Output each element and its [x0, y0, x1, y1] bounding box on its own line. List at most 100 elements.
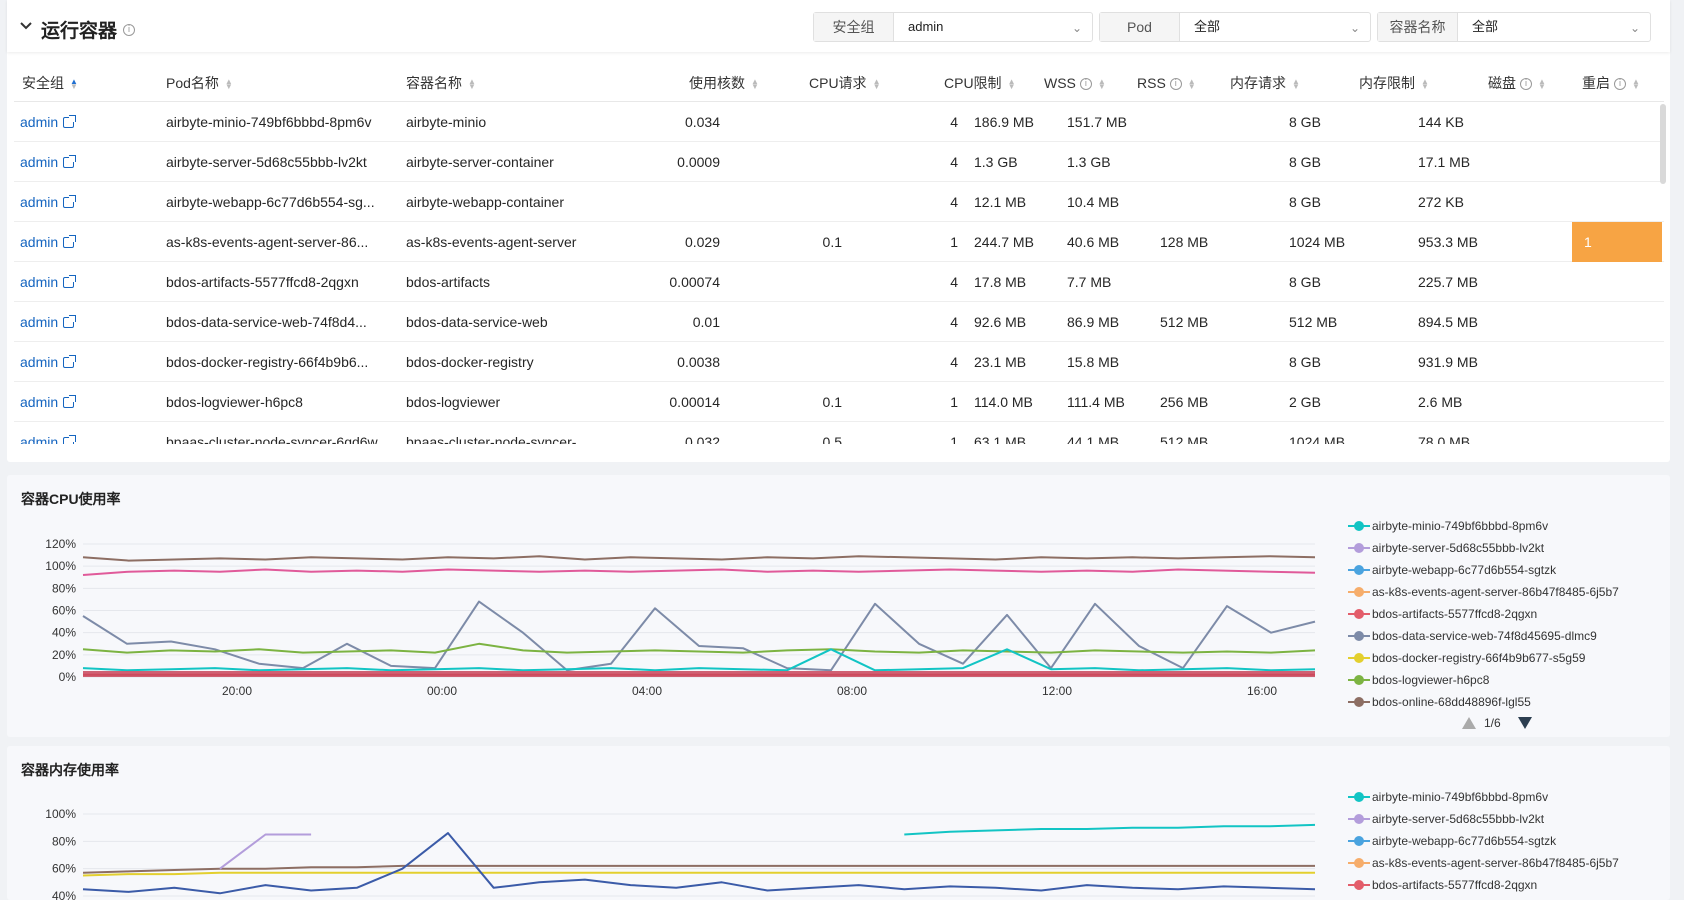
cell-group[interactable]: admin [20, 302, 150, 342]
table-row[interactable]: admin bdos-logviewer-h6pc8 bdos-logviewer 0… [14, 382, 1664, 422]
legend-item[interactable]: airbyte-minio-749bf6bbbd-8pm6v [1342, 786, 1662, 808]
legend-item[interactable]: airbyte-server-5d68c55bbb-lv2kt [1342, 808, 1662, 830]
column-header-label: CPU请求 [809, 75, 867, 91]
table-row[interactable]: admin airbyte-minio-749bf6bbbd-8pm6v airby… [14, 102, 1664, 142]
info-icon[interactable]: i [1079, 78, 1092, 91]
table-row[interactable]: admin bdos-docker-registry-66f4b9b6... bdo… [14, 342, 1664, 382]
container-name-filter[interactable]: 容器名称 全部 ⌄ [1377, 12, 1651, 42]
column-header-rss[interactable]: RSS i ▲ ▼ [1137, 64, 1196, 102]
legend-swatch-icon [1348, 858, 1370, 868]
pod-select[interactable]: 全部 ⌄ [1180, 13, 1370, 41]
table-row[interactable]: admin airbyte-server-5d68c55bbb-lv2kt airb… [14, 142, 1664, 182]
x-tick-label: 04:00 [632, 684, 662, 698]
sort-icon[interactable]: ▲ ▼ [1188, 78, 1196, 91]
legend-label: airbyte-webapp-6c77d6b554-sgtzk [1372, 834, 1557, 848]
pager-up-icon[interactable] [1462, 717, 1476, 729]
collapse-chevron-icon[interactable] [19, 18, 35, 34]
external-link-icon[interactable] [63, 115, 77, 128]
security-group-link[interactable]: admin [20, 394, 58, 410]
column-header-pod[interactable]: Pod名称 ▲ ▼ [166, 64, 233, 102]
column-header-mem-req[interactable]: 内存请求 ▲ ▼ [1230, 64, 1300, 102]
security-group-link[interactable]: admin [20, 314, 58, 330]
cell-group[interactable]: admin [20, 262, 150, 302]
column-header-group[interactable]: 安全组 ▲ ▼ [22, 64, 78, 102]
legend-item[interactable]: airbyte-minio-749bf6bbbd-8pm6v [1342, 515, 1662, 537]
security-group-link[interactable]: admin [20, 354, 58, 370]
cell-group[interactable]: admin [20, 142, 150, 182]
legend-item[interactable]: airbyte-server-5d68c55bbb-lv2kt [1342, 537, 1662, 559]
sort-icon[interactable]: ▲ ▼ [70, 78, 78, 91]
legend-item[interactable]: airbyte-webapp-6c77d6b554-sgtzk [1342, 559, 1662, 581]
cell-cores: 0.00074 [669, 274, 720, 290]
pager-down-icon[interactable] [1518, 717, 1532, 729]
container-name-select[interactable]: 全部 ⌄ [1458, 13, 1650, 41]
chevron-down-icon: ⌄ [1629, 21, 1640, 35]
legend-item[interactable]: as-k8s-events-agent-server-86b47f8485-6j… [1342, 581, 1662, 603]
sort-icon[interactable]: ▲ ▼ [1632, 78, 1640, 91]
y-tick-label: 40% [52, 626, 76, 640]
info-icon[interactable]: i [1614, 78, 1626, 91]
column-header-wss[interactable]: WSS i ▲ ▼ [1044, 64, 1106, 102]
info-icon[interactable]: i [1169, 78, 1182, 91]
table-row[interactable]: admin bpaas-cluster-node-syncer-6qd6w... b… [14, 422, 1664, 444]
security-group-filter[interactable]: 安全组 admin ⌄ [813, 12, 1093, 42]
legend-item[interactable]: bdos-artifacts-5577ffcd8-2qgxn [1342, 603, 1662, 625]
external-link-icon[interactable] [63, 315, 77, 328]
security-group-link[interactable]: admin [20, 434, 58, 444]
security-group-link[interactable]: admin [20, 154, 58, 170]
security-group-link[interactable]: admin [20, 194, 58, 210]
cell-group[interactable]: admin [20, 342, 150, 382]
table-row[interactable]: admin bdos-artifacts-5577ffcd8-2qgxn bdos-… [14, 262, 1664, 302]
sort-icon[interactable]: ▲ ▼ [1421, 78, 1429, 91]
legend-item[interactable]: bdos-online-68dd48896f-lgl55 [1342, 691, 1662, 713]
cell-group[interactable]: admin [20, 382, 150, 422]
sort-icon[interactable]: ▲ ▼ [1538, 78, 1546, 91]
table-scrollbar[interactable] [1660, 104, 1666, 184]
table-row[interactable]: admin as-k8s-events-agent-server-86... as-… [14, 222, 1664, 262]
security-group-link[interactable]: admin [20, 114, 58, 130]
legend-item[interactable]: bdos-logviewer-h6pc8 [1342, 669, 1662, 691]
sort-icon[interactable]: ▲ ▼ [225, 78, 233, 91]
legend-item[interactable]: bdos-data-service-web-74f8d45695-dlmc9 [1342, 625, 1662, 647]
external-link-icon[interactable] [63, 235, 77, 248]
legend-item[interactable]: bdos-artifacts-5577ffcd8-2qgxn [1342, 874, 1662, 896]
cell-cores: 0.034 [684, 114, 720, 130]
table-row[interactable]: admin airbyte-webapp-6c77d6b554-sg... airb… [14, 182, 1664, 222]
legend-item[interactable]: airbyte-webapp-6c77d6b554-sgtzk [1342, 830, 1662, 852]
table-row[interactable]: admin bdos-data-service-web-74f8d4... bdos… [14, 302, 1664, 342]
external-link-icon[interactable] [63, 195, 77, 208]
column-header-mem-lim[interactable]: 内存限制 ▲ ▼ [1359, 64, 1429, 102]
cell-mem-req [1160, 142, 1270, 182]
sort-icon[interactable]: ▲ ▼ [1098, 78, 1106, 91]
sort-icon[interactable]: ▲ ▼ [468, 78, 476, 91]
external-link-icon[interactable] [63, 395, 77, 408]
sort-icon[interactable]: ▲ ▼ [1292, 78, 1300, 91]
security-group-select[interactable]: admin ⌄ [894, 13, 1092, 41]
legend-item[interactable]: as-k8s-events-agent-server-86b47f8485-6j… [1342, 852, 1662, 874]
sort-icon[interactable]: ▲ ▼ [751, 78, 759, 91]
info-icon[interactable]: i [123, 24, 136, 37]
security-group-link[interactable]: admin [20, 274, 58, 290]
column-header-disk[interactable]: 磁盘 i ▲ ▼ [1488, 64, 1546, 102]
pod-filter[interactable]: Pod 全部 ⌄ [1099, 12, 1371, 42]
column-header-restart[interactable]: 重启 i ▲ ▼ [1582, 64, 1640, 102]
cell-group[interactable]: admin [20, 422, 150, 444]
column-header-cores[interactable]: 使用核数 ▲ ▼ [689, 64, 759, 102]
external-link-icon[interactable] [63, 155, 77, 168]
security-group-link[interactable]: admin [20, 234, 58, 250]
legend-item[interactable]: bdos-docker-registry-66f4b9b677-s5g59 [1342, 647, 1662, 669]
external-link-icon[interactable] [63, 275, 77, 288]
sort-icon[interactable]: ▲ ▼ [873, 78, 881, 91]
column-header-cpu-lim[interactable]: CPU限制 ▲ ▼ [944, 64, 1015, 102]
column-header-cpu-req[interactable]: CPU请求 ▲ ▼ [809, 64, 880, 102]
cell-group[interactable]: admin [20, 102, 150, 142]
sort-icon[interactable]: ▲ ▼ [1008, 78, 1016, 91]
column-header-container[interactable]: 容器名称 ▲ ▼ [406, 64, 476, 102]
cell-pod: bdos-artifacts-5577ffcd8-2qgxn [166, 274, 359, 290]
cell-group[interactable]: admin [20, 182, 150, 222]
external-link-icon[interactable] [63, 355, 77, 368]
column-header-label: 内存请求 [1230, 75, 1286, 91]
external-link-icon[interactable] [63, 435, 77, 444]
cell-group[interactable]: admin [20, 222, 150, 262]
info-icon[interactable]: i [1520, 78, 1532, 91]
